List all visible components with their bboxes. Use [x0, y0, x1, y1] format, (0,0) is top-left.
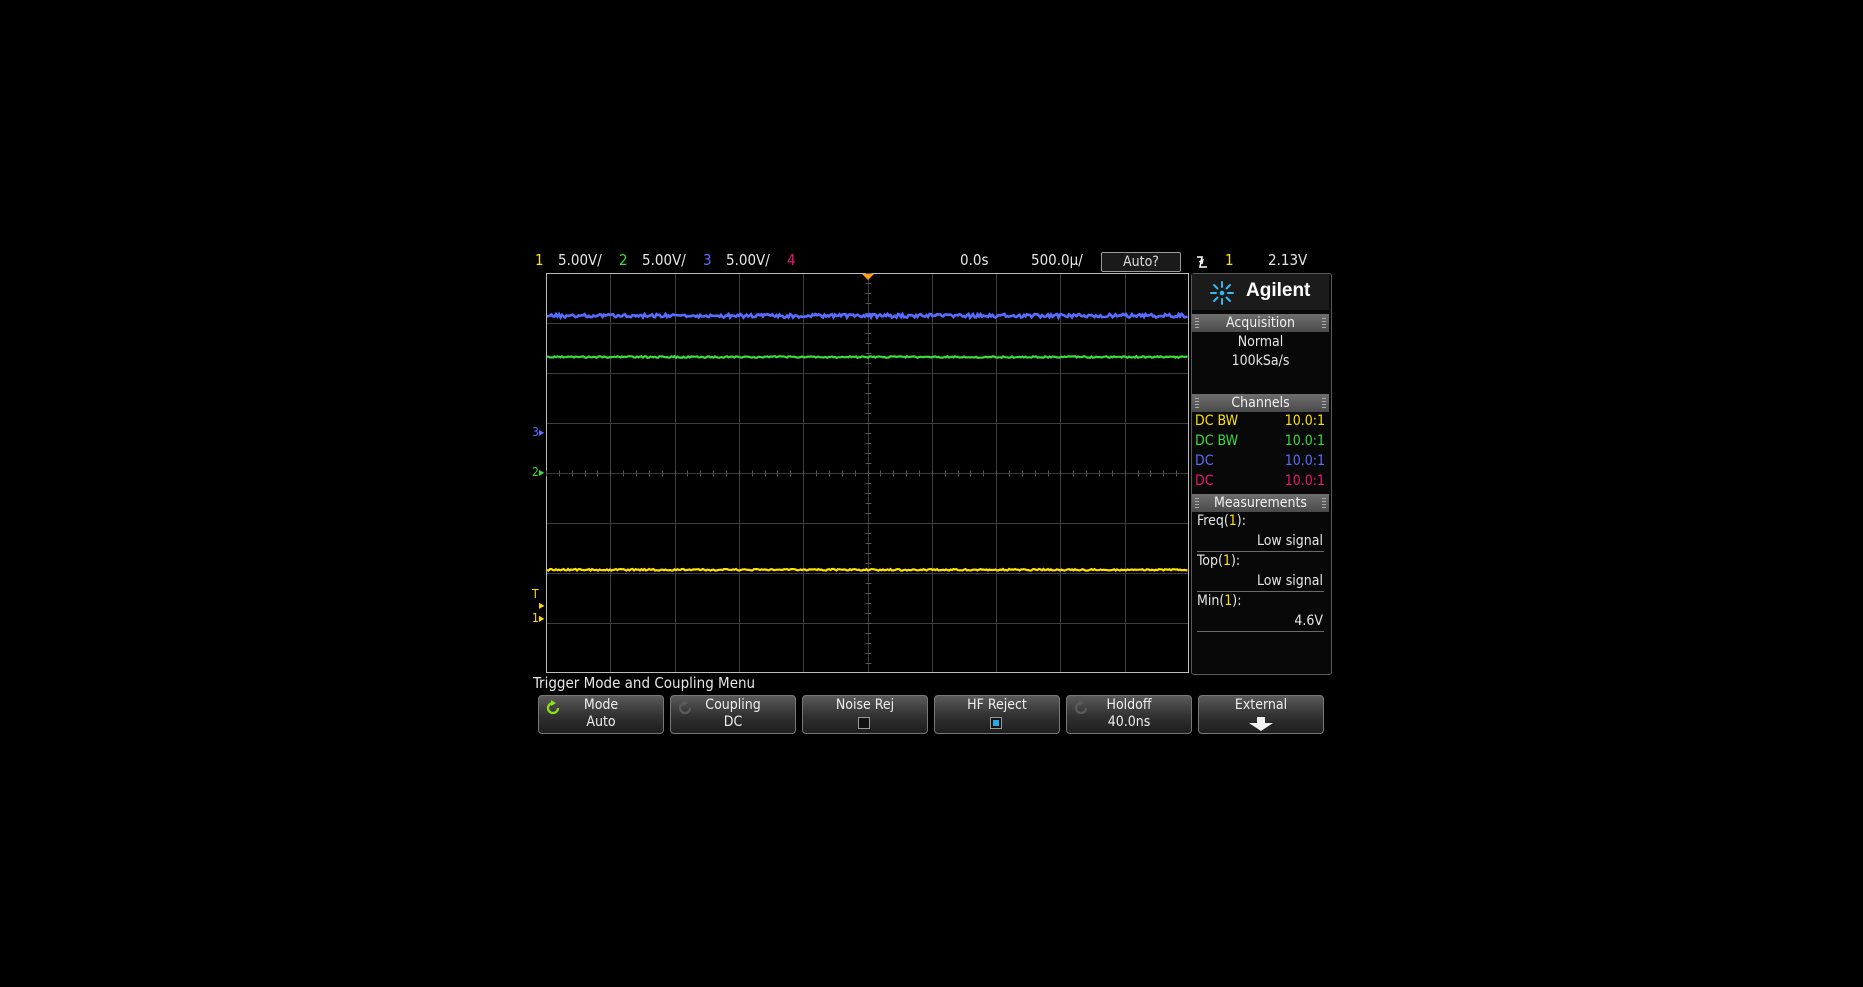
external-softkey[interactable]: External [1198, 695, 1324, 734]
channels-header[interactable]: Channels [1192, 394, 1329, 412]
ch1-coupling: DC BW [1195, 413, 1238, 430]
measurement-source: 1 [1224, 593, 1232, 609]
acquisition-rate: 100kSa/s [1192, 353, 1329, 370]
measurement-divider [1197, 631, 1324, 632]
ch2-coupling: DC BW [1195, 433, 1238, 450]
trigger-level-marker: T [532, 588, 539, 600]
waveform-display[interactable] [546, 273, 1189, 673]
ch1-trace [547, 569, 1188, 571]
hf-reject-label: HF Reject [935, 697, 1059, 714]
holdoff-softkey[interactable]: Holdoff 40.0ns [1066, 695, 1192, 734]
external-label: External [1199, 697, 1323, 714]
ch3-probe-ratio: 10.0:1 [1260, 453, 1325, 470]
submenu-arrow-down-icon [1246, 717, 1276, 731]
time-scale[interactable]: 500.0µ/ [1031, 251, 1083, 269]
ch2-number[interactable]: 2 [619, 251, 628, 269]
trigger-level-arrow-icon: ▸ [539, 599, 544, 611]
ch3-number[interactable]: 3 [703, 251, 712, 269]
noise-rej-softkey[interactable]: Noise Rej [802, 695, 928, 734]
mode-label: Mode [539, 697, 663, 714]
mode-softkey[interactable]: Mode Auto [538, 695, 664, 734]
ch2-probe-ratio: 10.0:1 [1260, 433, 1325, 450]
measurement-name[interactable]: Freq(1): [1197, 513, 1246, 530]
ch1-number[interactable]: 1 [535, 251, 544, 269]
ch1-scale[interactable]: 5.00V/ [558, 251, 602, 269]
measurement-source: 1 [1223, 553, 1231, 569]
ch3-scale[interactable]: 5.00V/ [726, 251, 770, 269]
coupling-softkey[interactable]: Coupling DC [670, 695, 796, 734]
noise-rej-checkbox[interactable] [858, 717, 870, 729]
hf-reject-checkbox[interactable] [990, 717, 1002, 729]
measurement-name[interactable]: Top(1): [1197, 553, 1240, 570]
softkey-menu-title: Trigger Mode and Coupling Menu [533, 674, 755, 692]
ch4-probe-ratio: 10.0:1 [1260, 473, 1325, 490]
measurement-name[interactable]: Min(1): [1197, 593, 1241, 610]
run-state-indicator: Auto? [1101, 252, 1181, 272]
ch2-trace [547, 356, 1188, 358]
measurement-value: Low signal [1192, 533, 1323, 550]
acquisition-header-label: Acquisition [1226, 315, 1295, 331]
mode-value: Auto [539, 714, 663, 731]
measurement-divider [1197, 551, 1324, 552]
ch1-probe-ratio: 10.0:1 [1260, 413, 1325, 430]
ch4-number[interactable]: 4 [787, 251, 796, 269]
noise-rej-label: Noise Rej [803, 697, 927, 714]
trigger-level[interactable]: 2.13V [1268, 251, 1307, 269]
ch1-ground-marker: 1▸ [532, 612, 544, 624]
ch2-scale[interactable]: 5.00V/ [642, 251, 686, 269]
falling-edge-icon [1196, 254, 1208, 268]
measurement-value: 4.6V [1192, 613, 1323, 630]
trigger-source[interactable]: 1 [1225, 251, 1234, 269]
measurement-divider [1197, 591, 1324, 592]
measurement-source: 1 [1229, 513, 1237, 529]
acquisition-header[interactable]: Acquisition [1192, 314, 1329, 332]
agilent-spark-icon [1209, 280, 1235, 306]
hf-reject-softkey[interactable]: HF Reject [934, 695, 1060, 734]
measurements-header-label: Measurements [1214, 495, 1307, 511]
holdoff-value: 40.0ns [1067, 714, 1191, 731]
measurements-header[interactable]: Measurements [1192, 494, 1329, 512]
channels-header-label: Channels [1231, 395, 1289, 411]
brand-logo: Agilent [1246, 280, 1310, 302]
ch3-ground-marker: 3▸ [532, 426, 544, 438]
time-delay[interactable]: 0.0s [960, 251, 988, 269]
holdoff-label: Holdoff [1067, 697, 1191, 714]
ch3-coupling: DC [1195, 453, 1214, 470]
coupling-label: Coupling [671, 697, 795, 714]
measurement-value: Low signal [1192, 573, 1323, 590]
acquisition-mode: Normal [1192, 334, 1329, 351]
ch2-ground-marker: 2▸ [532, 466, 544, 478]
ch4-coupling: DC [1195, 473, 1214, 490]
coupling-value: DC [671, 714, 795, 731]
